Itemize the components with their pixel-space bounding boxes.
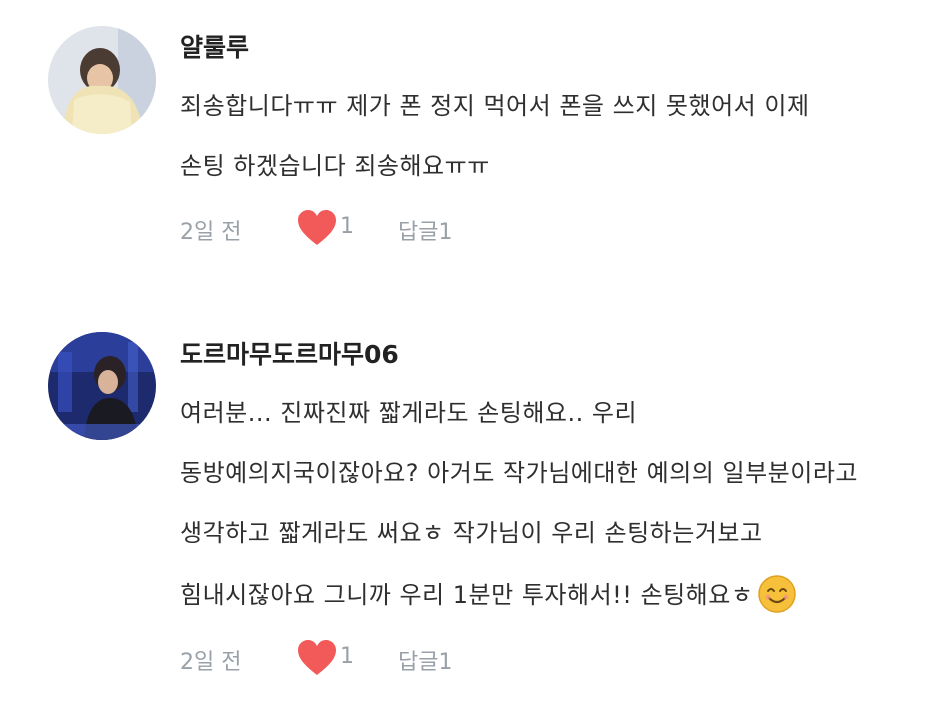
comment-time: 2일 전 (180, 220, 242, 245)
heart-icon (298, 210, 336, 245)
comment-meta: 2일 전 1 답글1 (180, 208, 580, 248)
like-count: 1 (340, 644, 354, 669)
reply-label: 답글 (398, 220, 439, 245)
comment-meta: 2일 전 1 답글1 (180, 638, 580, 678)
avatar[interactable] (48, 332, 156, 440)
smiling-face-emoji-icon (757, 574, 797, 614)
reply-count: 1 (438, 650, 453, 675)
reply-button[interactable]: 답글1 (398, 644, 452, 676)
like-button[interactable]: 1 (296, 208, 356, 248)
comment-text-line: 동방예의지국이잖아요? 아거도 작가님에대한 예의의 일부분이라고 (180, 459, 858, 487)
avatar[interactable] (48, 26, 156, 134)
avatar-photo (48, 332, 156, 440)
comment-text-line: 죄송합니다ㅠㅠ 제가 폰 정지 먹어서 폰을 쓰지 못했어서 이제 (180, 92, 810, 120)
heart-icon (298, 640, 336, 675)
comment-text-line: 여러분... 진짜진짜 짧게라도 손팅해요.. 우리 (180, 399, 638, 427)
reply-label: 답글 (398, 650, 439, 675)
comment-text-line: 손팅 하겠습니다 죄송해요ㅠㅠ (180, 152, 490, 180)
comment-author[interactable]: 도르마무도르마무06 (180, 335, 399, 371)
reply-count: 1 (438, 220, 453, 245)
comment-text-line: 힘내시잖아요 그니까 우리 1분만 투자해서!! 손팅해요ㅎ (180, 575, 797, 616)
like-count: 1 (340, 214, 354, 239)
comment-text-span: 힘내시잖아요 그니까 우리 1분만 투자해서!! 손팅해요ㅎ (180, 581, 754, 609)
comment-time: 2일 전 (180, 650, 242, 675)
avatar-photo (48, 26, 156, 134)
comment-author[interactable]: 얄룰루 (180, 28, 249, 64)
like-button[interactable]: 1 (296, 638, 356, 678)
reply-button[interactable]: 답글1 (398, 214, 452, 246)
comment-text-line: 생각하고 짧게라도 써요ㅎ 작가님이 우리 손팅하는거보고 (180, 519, 763, 547)
